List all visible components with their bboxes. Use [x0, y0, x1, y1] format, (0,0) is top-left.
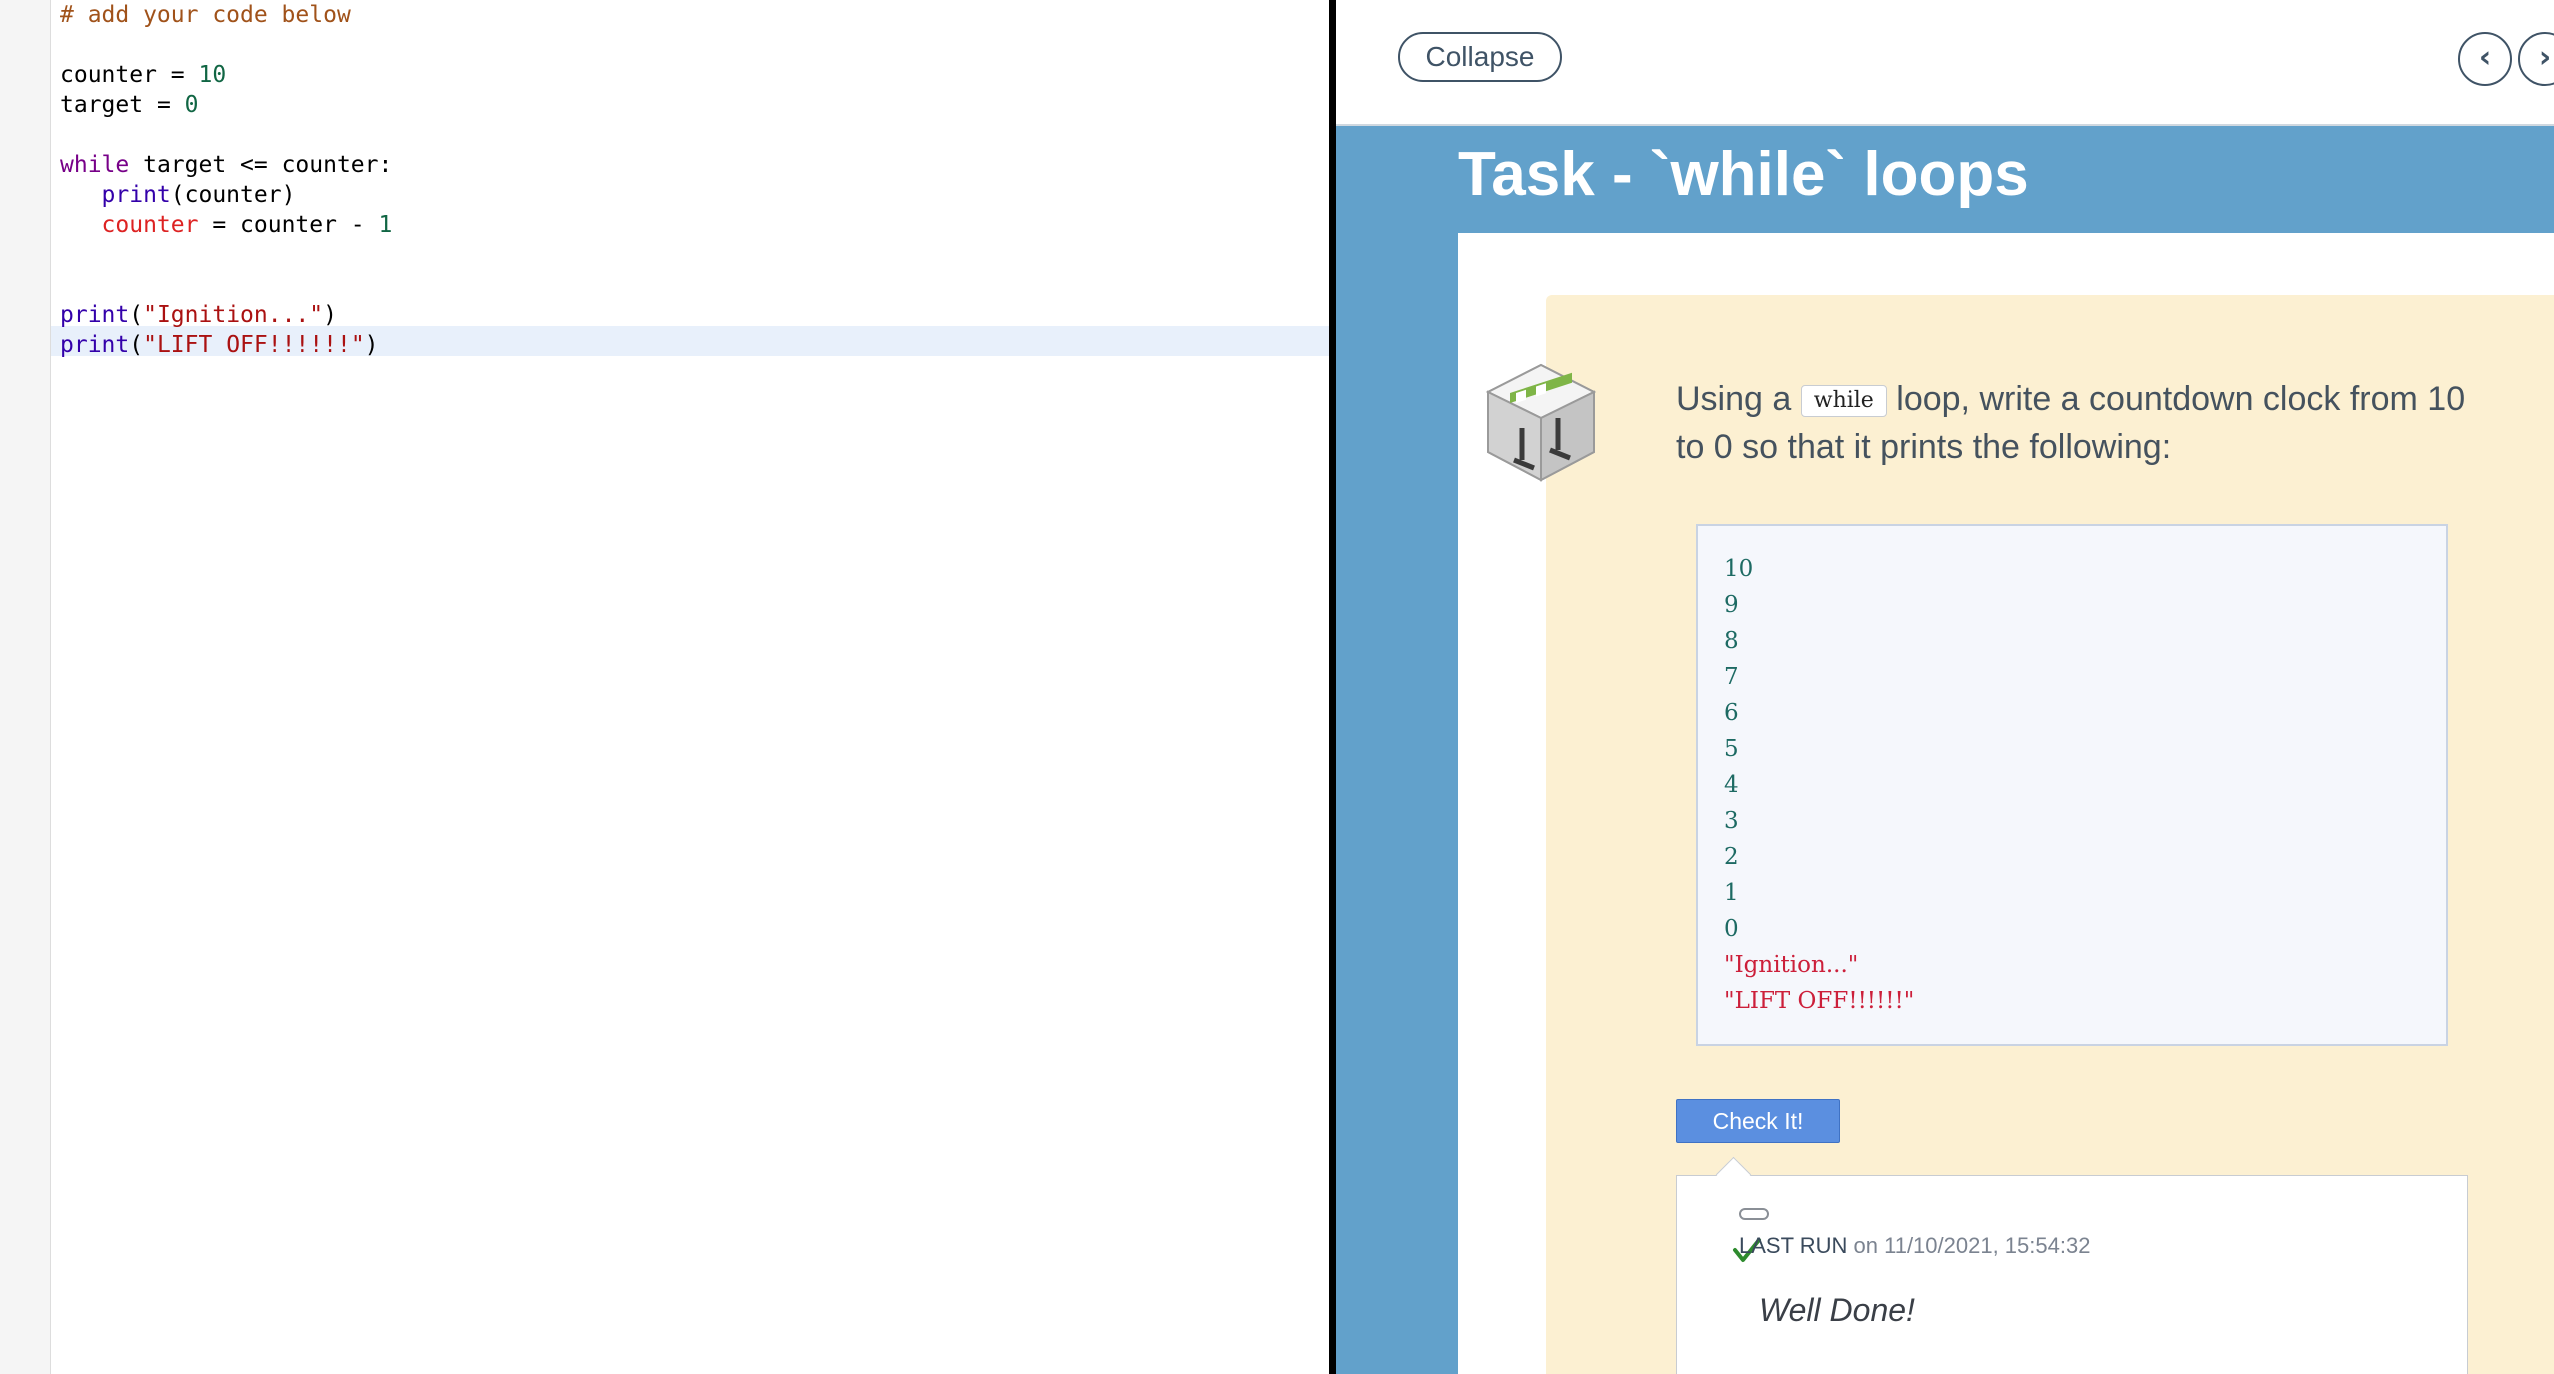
- code-token: (: [129, 332, 144, 358]
- output-line: 0: [1724, 916, 1739, 942]
- chevron-left-icon: ‹: [2478, 40, 2492, 75]
- page-title: Task - `while` loops: [1458, 140, 2029, 209]
- code-token: "Ignition...": [143, 302, 324, 328]
- code-line[interactable]: while target <= counter:: [60, 150, 392, 180]
- result-toggle[interactable]: [1739, 1208, 1769, 1220]
- code-line[interactable]: target = 0: [60, 90, 392, 120]
- code-token: = counter -: [198, 212, 379, 238]
- code-token: ): [323, 302, 337, 328]
- output-line: 5: [1724, 736, 1739, 762]
- code-token: while: [60, 152, 130, 178]
- last-run-label: LAST RUN: [1739, 1233, 1848, 1258]
- code-token: (: [129, 302, 144, 328]
- code-token: =: [156, 62, 199, 88]
- code-line[interactable]: counter = counter - 1: [60, 210, 393, 240]
- code-token: =: [143, 92, 185, 118]
- instruction-text-start: Using a: [1676, 380, 1801, 418]
- previous-page-button[interactable]: ‹: [2458, 32, 2512, 86]
- code-token: # add your code below: [60, 2, 351, 28]
- output-line: 6: [1724, 700, 1739, 726]
- code-line[interactable]: [60, 30, 392, 60]
- code-line[interactable]: [60, 120, 392, 150]
- panel-divider[interactable]: [1329, 0, 1336, 1374]
- task-instruction: Using a while loop, write a countdown cl…: [1676, 375, 2486, 471]
- last-run-info: LAST RUN on 11/10/2021, 15:54:32: [1739, 1230, 2090, 1262]
- collapse-button[interactable]: Collapse: [1398, 32, 1562, 82]
- code-token: counter: [60, 62, 157, 88]
- output-line: 1: [1724, 880, 1739, 906]
- code-token: 0: [184, 92, 199, 118]
- result-message: Well Done!: [1759, 1292, 1915, 1328]
- guide-topbar: Collapse ‹ ›: [1336, 0, 2554, 126]
- code-token: print: [60, 332, 130, 358]
- result-pointer: [1715, 1156, 1752, 1193]
- code-token: 10: [198, 62, 227, 88]
- code-line[interactable]: print(counter): [60, 180, 392, 210]
- output-line: 10: [1724, 556, 1754, 582]
- inline-code: while: [1800, 385, 1887, 418]
- task-card: Using a while loop, write a countdown cl…: [1485, 295, 2554, 1374]
- output-line: 9: [1724, 592, 1739, 618]
- code-editor[interactable]: # add your code below counter = 10 target …: [0, 0, 1329, 1374]
- code-token: "LIFT OFF!!!!!!": [143, 332, 365, 358]
- expected-output-lines: 10 9 8 7 6 5 4 3 2 1 0 "Ignition..." "LIFT OFF!!!!!!…: [1724, 551, 1914, 1019]
- output-line: 7: [1724, 664, 1739, 690]
- content-area: Using a while loop, write a countdown cl…: [1458, 233, 2554, 1374]
- output-line: "Ignition...": [1724, 952, 1859, 978]
- check-it-button[interactable]: Check It!: [1676, 1099, 1840, 1143]
- output-line: 4: [1724, 772, 1739, 798]
- code-token: 1: [378, 212, 393, 238]
- code-token: print: [60, 302, 130, 328]
- result-panel: LAST RUN on 11/10/2021, 15:54:32 Well Do…: [1676, 1156, 2468, 1374]
- output-line: 8: [1724, 628, 1739, 654]
- code-token: target <= counter:: [129, 152, 393, 178]
- code-token: target: [60, 92, 144, 118]
- code-token: ): [364, 332, 379, 358]
- last-run-timestamp: on 11/10/2021, 15:54:32: [1847, 1233, 2091, 1258]
- output-line: 3: [1724, 808, 1739, 834]
- code-line[interactable]: [60, 270, 392, 300]
- code-token: (counter): [170, 182, 296, 208]
- output-line: 2: [1724, 844, 1739, 870]
- hurdle-icon: [1485, 363, 1597, 482]
- output-line: "LIFT OFF!!!!!!": [1724, 988, 1915, 1014]
- code-token: print: [101, 182, 171, 208]
- guide-panel: Collapse ‹ › Task - `while` loops Using …: [1336, 0, 2554, 1374]
- code-line[interactable]: [60, 240, 392, 270]
- expected-output-box: 10 9 8 7 6 5 4 3 2 1 0 "Ignition..." "LIFT OFF!!!!!!…: [1696, 524, 2448, 1046]
- next-page-button[interactable]: ›: [2518, 32, 2554, 86]
- chevron-right-icon: ›: [2538, 40, 2552, 75]
- code-line[interactable]: print("Ignition..."): [60, 300, 392, 330]
- code-token: counter: [101, 212, 199, 238]
- code-area[interactable]: # add your code below counter = 10 target …: [60, 0, 392, 360]
- code-line[interactable]: # add your code below: [60, 0, 392, 30]
- code-line[interactable]: counter = 10: [60, 60, 392, 90]
- code-line[interactable]: print("LIFT OFF!!!!!!"): [60, 330, 392, 360]
- editor-gutter: [0, 0, 51, 1374]
